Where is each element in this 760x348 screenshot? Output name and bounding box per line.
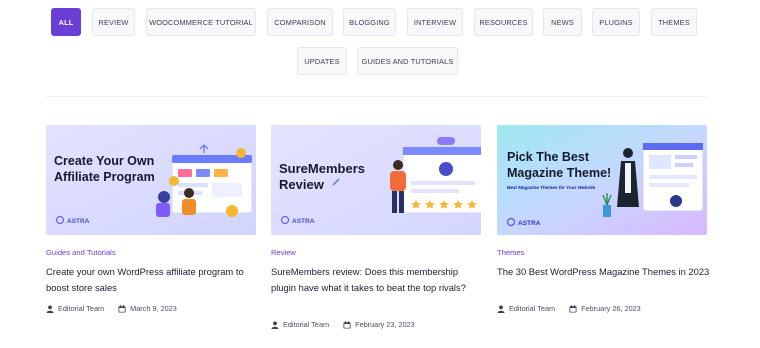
post-date: March 9, 2023 — [130, 304, 177, 313]
thumb-headline-2: Magazine Theme! — [507, 166, 611, 180]
filter-all[interactable]: ALL — [51, 8, 81, 36]
post-title-link[interactable]: The 30 Best WordPress Magazine Themes in… — [497, 264, 711, 280]
post-author[interactable]: Editorial Team — [58, 304, 104, 313]
filter-resources[interactable]: RESOURCES — [474, 8, 533, 36]
post-meta: Editorial Team February 26, 2023 — [497, 304, 641, 313]
post-author[interactable]: Editorial Team — [509, 304, 555, 313]
section-divider — [46, 96, 708, 97]
filter-comparison[interactable]: COMPARISON — [267, 8, 333, 36]
filter-themes[interactable]: THEMES — [651, 8, 697, 36]
filter-news[interactable]: NEWS — [543, 8, 582, 36]
astra-logo-text: ASTRA — [67, 218, 90, 225]
post-category-link[interactable]: Guides and Tutorials — [46, 248, 116, 257]
user-icon — [497, 305, 505, 313]
suremembers-review-illustration: SureMembers Review ASTRA — [271, 125, 481, 235]
filter-woocommerce-tutorial[interactable]: WOOCOMMERCE TUTORIAL — [146, 8, 256, 36]
filter-updates[interactable]: UPDATES — [297, 47, 347, 75]
thumb-headline-1: Create Your Own — [54, 154, 154, 168]
calendar-icon — [118, 304, 126, 313]
post-meta: Editorial Team March 9, 2023 — [46, 304, 177, 313]
post-meta: Editorial Team February 23, 2023 — [271, 320, 415, 329]
post-date: February 26, 2023 — [581, 304, 641, 313]
filter-review[interactable]: REVIEW — [92, 8, 135, 36]
post-thumbnail[interactable]: Pick The Best Magazine Theme! Best Magaz… — [497, 125, 707, 235]
filter-guides-and-tutorials[interactable]: GUIDES AND TUTORIALS — [357, 47, 458, 75]
astra-logo-text: ASTRA — [518, 220, 541, 227]
post-date: February 23, 2023 — [355, 320, 415, 329]
thumb-headline-2: Affiliate Program — [54, 170, 155, 184]
post-thumbnail[interactable]: Create Your Own Affiliate Program ASTRA — [46, 125, 256, 235]
thumb-headline-1: SureMembers — [279, 161, 365, 176]
user-icon — [271, 321, 279, 329]
filter-blogging[interactable]: BLOGGING — [343, 8, 396, 36]
thumb-subheading: Best Magazine Themes for Your Website — [507, 185, 596, 190]
astra-logo-text: ASTRA — [292, 218, 315, 225]
thumb-headline-2: Review — [279, 177, 325, 192]
magazine-theme-illustration: Pick The Best Magazine Theme! Best Magaz… — [497, 125, 707, 235]
post-category-link[interactable]: Themes — [497, 248, 524, 257]
user-icon — [46, 305, 54, 313]
affiliate-program-illustration: Create Your Own Affiliate Program ASTRA — [46, 125, 256, 235]
post-title-link[interactable]: Create your own WordPress affiliate prog… — [46, 264, 260, 296]
filter-interview[interactable]: INTERVIEW — [407, 8, 463, 36]
post-category-link[interactable]: Review — [271, 248, 296, 257]
calendar-icon — [343, 320, 351, 329]
calendar-icon — [569, 304, 577, 313]
filter-plugins[interactable]: PLUGINS — [592, 8, 640, 36]
post-thumbnail[interactable]: SureMembers Review ASTRA — [271, 125, 481, 235]
post-title-link[interactable]: SureMembers review: Does this membership… — [271, 264, 485, 296]
post-author[interactable]: Editorial Team — [283, 320, 329, 329]
thumb-headline-1: Pick The Best — [507, 150, 590, 164]
